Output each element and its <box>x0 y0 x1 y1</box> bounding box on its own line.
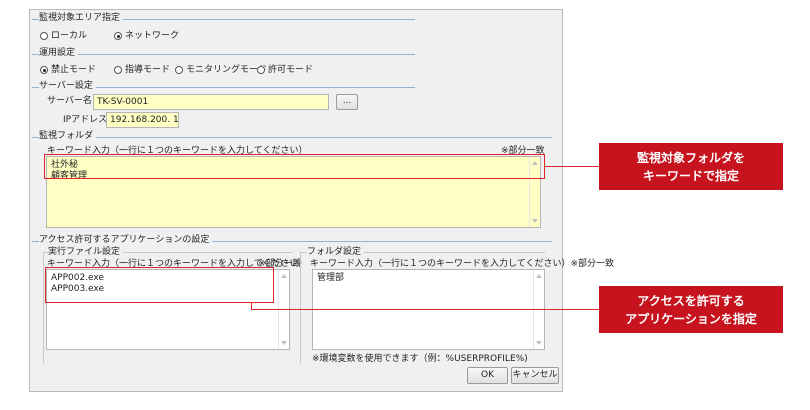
section-title-monitor-folder: 監視フォルダ <box>39 131 97 142</box>
app-callout: アクセスを許可する アプリケーションを指定 <box>599 286 783 333</box>
section-divider <box>32 137 552 138</box>
server-name-input[interactable]: TK-SV-0001 <box>93 94 329 110</box>
folder-settings-item: 管理部 <box>317 273 345 283</box>
app-callout-line: アプリケーションを指定 <box>625 311 757 326</box>
ip-address-input[interactable]: 192.168.200. 10 <box>106 112 179 128</box>
section-title-server: サーバー設定 <box>39 81 96 92</box>
section-title-operation: 運用設定 <box>39 48 79 59</box>
radio-permit-mode[interactable] <box>257 66 265 74</box>
folder-callout-line: キーワードで指定 <box>642 168 739 183</box>
cancel-button[interactable]: キャンセル <box>511 367 559 384</box>
radio-monitoring-mode-label: モニタリングモード <box>186 65 268 75</box>
scroll-up-icon[interactable] <box>536 274 542 278</box>
folder-keyword-highlight <box>44 154 545 179</box>
app-callout-line: アクセスを許可する <box>637 293 745 308</box>
radio-prohibit-mode[interactable] <box>40 66 48 74</box>
section-title-monitor-area: 監視対象エリア指定 <box>39 13 124 24</box>
radio-local[interactable] <box>40 32 48 40</box>
radio-guidance-mode[interactable] <box>114 66 122 74</box>
folder-callout-line: 監視対象フォルダを <box>636 150 745 165</box>
settings-dialog: 監視対象エリア指定 ローカル ネットワーク 運用設定 禁止モード 指導モード モ… <box>29 9 614 392</box>
env-variable-note: ※環境変数を使用できます（例：%USERPROFILE%) <box>312 354 528 364</box>
callout-connector-line <box>251 309 599 310</box>
section-title-app-settings: アクセス許可するアプリケーションの設定 <box>39 235 213 246</box>
radio-local-label: ローカル <box>51 31 88 41</box>
folder-settings-title: フォルダ設定 <box>307 247 365 258</box>
exe-settings-title: 実行ファイル設定 <box>48 247 124 258</box>
scroll-down-icon[interactable] <box>532 219 538 223</box>
scroll-up-icon[interactable] <box>281 274 287 278</box>
browse-button[interactable]: ... <box>336 94 358 110</box>
scroll-down-icon[interactable] <box>536 341 542 345</box>
ok-button[interactable]: OK <box>467 367 508 384</box>
section-divider <box>32 54 415 55</box>
radio-permit-mode-label: 許可モード <box>268 65 314 75</box>
scroll-down-icon[interactable] <box>281 341 287 345</box>
radio-network[interactable] <box>114 32 122 40</box>
callout-connector-line <box>545 166 599 167</box>
folder-callout: 監視対象フォルダを キーワードで指定 <box>599 143 783 190</box>
radio-guidance-mode-label: 指導モード <box>125 65 171 75</box>
exe-keyword-highlight <box>45 267 274 303</box>
radio-network-label: ネットワーク <box>125 31 180 41</box>
radio-prohibit-mode-label: 禁止モード <box>51 65 97 75</box>
radio-monitoring-mode[interactable] <box>175 66 183 74</box>
